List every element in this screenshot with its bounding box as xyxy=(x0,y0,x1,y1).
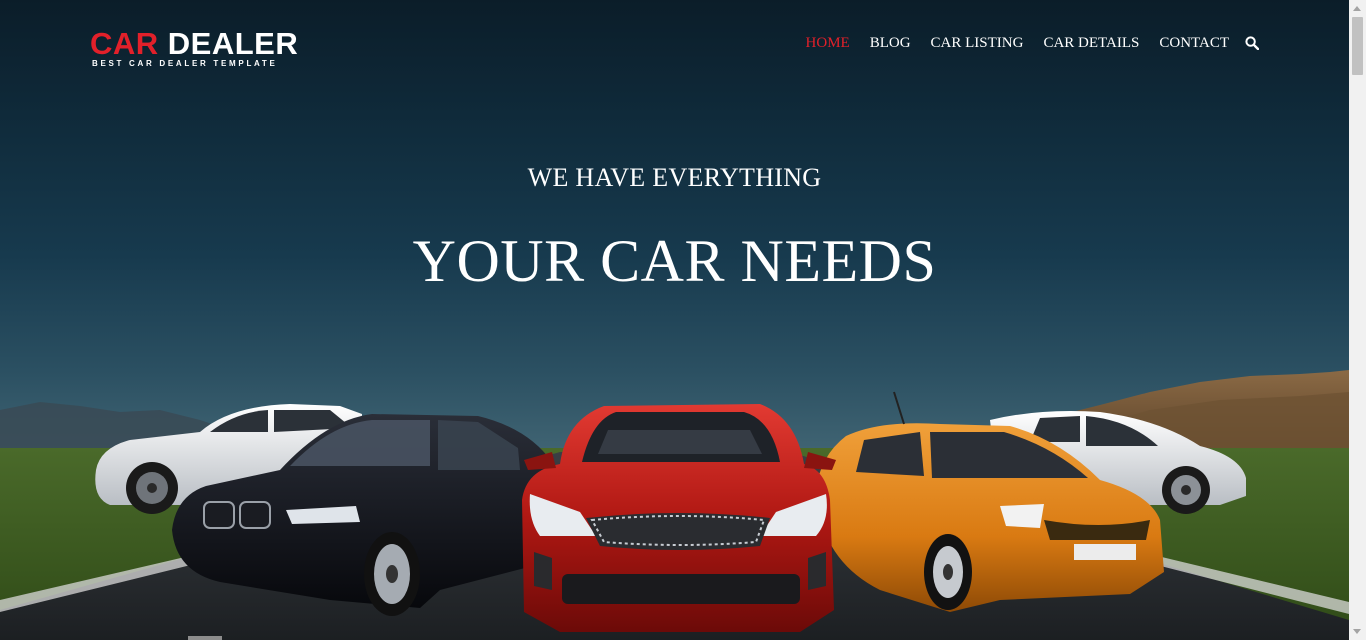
hero-banner: CAR DEALER BEST CAR DEALER TEMPLATE HOME… xyxy=(0,0,1349,640)
scroll-up-arrow-icon[interactable] xyxy=(1353,6,1361,11)
nav-item-car-listing[interactable]: CAR LISTING xyxy=(931,34,1024,52)
search-icon[interactable] xyxy=(1245,36,1260,51)
nav-item-car-details[interactable]: CAR DETAILS xyxy=(1043,34,1139,52)
scrollbar-thumb[interactable] xyxy=(1352,17,1363,75)
site-logo[interactable]: CAR DEALER BEST CAR DEALER TEMPLATE xyxy=(90,28,300,72)
scroll-down-arrow-icon[interactable] xyxy=(1353,629,1361,634)
nav-item-contact[interactable]: CONTACT xyxy=(1159,34,1229,52)
horizontal-scroll-indicator xyxy=(188,636,222,640)
hero-car-scene xyxy=(0,370,1349,640)
vertical-scrollbar[interactable] xyxy=(1349,0,1366,640)
red-sedan xyxy=(522,404,836,632)
logo-word-dealer: DEALER xyxy=(158,26,299,61)
logo-tagline: BEST CAR DEALER TEMPLATE xyxy=(92,59,278,68)
hero-heading: YOUR CAR NEEDS xyxy=(412,228,937,294)
nav-item-blog[interactable]: BLOG xyxy=(870,34,911,52)
nav-item-home[interactable]: HOME xyxy=(806,34,850,52)
main-nav: HOME BLOG CAR LISTING CAR DETAILS CONTAC… xyxy=(806,34,1260,52)
hero-subheading: WE HAVE EVERYTHING xyxy=(527,163,822,192)
logo-wordmark: CAR DEALER xyxy=(90,28,298,60)
logo-word-car: CAR xyxy=(90,26,159,61)
